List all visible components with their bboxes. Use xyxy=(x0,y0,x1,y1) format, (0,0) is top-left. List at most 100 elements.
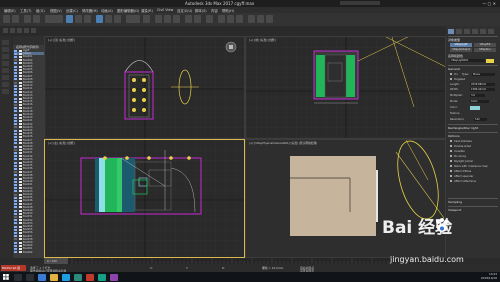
file-explorer-icon[interactable] xyxy=(50,273,58,281)
section-rectangle-options[interactable]: Rectangle/Disc light xyxy=(448,126,478,130)
link-icon[interactable] xyxy=(24,15,31,23)
section-sampling[interactable]: Sampling xyxy=(448,200,462,204)
invisible-checkbox[interactable] xyxy=(450,150,453,153)
filter-warps-icon[interactable] xyxy=(2,89,9,94)
on-checkbox[interactable] xyxy=(450,73,453,76)
windows-start-icon[interactable] xyxy=(3,274,9,280)
vrayambient-button[interactable]: VRayAmbient xyxy=(450,48,472,52)
tab-hierarchy[interactable] xyxy=(464,29,470,34)
viewport-label[interactable]: [+] [VRayPhysicalCamera001] [标准] [默认明暗处理… xyxy=(249,141,317,145)
system-clock[interactable]: 10:23 2018/10/16 xyxy=(481,272,497,280)
tab-modify[interactable] xyxy=(456,29,462,34)
filter-helpers-icon[interactable] xyxy=(2,82,9,87)
region-select-icon[interactable] xyxy=(84,15,91,23)
app-icon[interactable] xyxy=(98,273,106,281)
viewport-left[interactable]: [+] [左] [标准] [线框] xyxy=(44,139,245,258)
vraylight-button[interactable]: VRayLight xyxy=(450,43,472,47)
mode-dropdown[interactable]: Color xyxy=(470,100,489,104)
object-color-swatch[interactable] xyxy=(486,59,494,63)
visibility-icon[interactable] xyxy=(14,251,17,254)
store-irradiance-checkbox[interactable] xyxy=(450,165,453,168)
task-view-icon[interactable] xyxy=(26,273,34,281)
no-decay-checkbox[interactable] xyxy=(450,155,453,158)
material-editor-icon[interactable] xyxy=(236,15,243,23)
unlink-icon[interactable] xyxy=(33,15,40,23)
app-icon[interactable] xyxy=(110,273,118,281)
filter-lights-icon[interactable] xyxy=(2,68,9,73)
align-icon[interactable] xyxy=(194,15,201,23)
section-viewport[interactable]: Viewport xyxy=(448,208,461,212)
viewport-label[interactable]: [+] [前] [标准] [线框] xyxy=(249,38,276,42)
select-by-name-icon[interactable] xyxy=(75,15,82,23)
vraysun-button[interactable]: VRaySun xyxy=(474,48,496,52)
pivot-icon[interactable] xyxy=(143,15,150,23)
scale-icon[interactable] xyxy=(114,15,121,23)
targeted-checkbox[interactable] xyxy=(450,78,453,81)
angle-snap-icon[interactable] xyxy=(164,15,171,23)
cast-shadows-checkbox[interactable] xyxy=(450,140,453,143)
ribbon-button[interactable] xyxy=(24,28,29,33)
type-dropdown[interactable]: Plane xyxy=(472,72,495,76)
resolution-field[interactable]: 512 xyxy=(474,118,487,122)
schematic-icon[interactable] xyxy=(227,15,234,23)
search-taskbar-icon[interactable] xyxy=(14,273,22,281)
viewport-label[interactable]: [+] [顶] [标准] [线框] xyxy=(48,38,75,42)
move-icon[interactable] xyxy=(96,15,103,23)
curve-editor-icon[interactable] xyxy=(218,15,225,23)
selection-filter-dropdown[interactable] xyxy=(45,15,63,23)
section-name-color[interactable]: 名称和颜色 xyxy=(448,54,463,58)
skylight-portal-checkbox[interactable] xyxy=(450,160,453,163)
ribbon-button[interactable] xyxy=(17,28,22,33)
affect-specular-checkbox[interactable] xyxy=(450,175,453,178)
rotate-icon[interactable] xyxy=(105,15,112,23)
edge-browser-icon[interactable] xyxy=(38,273,46,281)
length-field[interactable]: 2036.88mm xyxy=(470,83,495,87)
affect-reflections-checkbox[interactable] xyxy=(450,180,453,183)
tab-utilities[interactable] xyxy=(488,29,494,34)
tab-display[interactable] xyxy=(480,29,486,34)
ribbon-button[interactable] xyxy=(31,28,36,33)
time-slider[interactable]: 0 / 100 xyxy=(47,259,57,263)
render-frame-icon[interactable] xyxy=(257,15,264,23)
tab-create[interactable] xyxy=(448,29,454,34)
section-options[interactable]: Options xyxy=(448,134,460,138)
double-sided-checkbox[interactable] xyxy=(450,145,453,148)
undo-icon[interactable] xyxy=(3,15,10,23)
filter-cameras-icon[interactable] xyxy=(2,75,9,80)
light-color-swatch[interactable] xyxy=(470,106,480,110)
viewport-top[interactable]: [+] [顶] [标准] [线框] xyxy=(44,36,245,139)
ribbon-button[interactable] xyxy=(3,28,8,33)
menu-item-civil-view[interactable]: Civil View xyxy=(157,8,173,12)
reference-coord-dropdown[interactable] xyxy=(126,15,140,23)
redo-icon[interactable] xyxy=(12,15,19,23)
maxscript-listener[interactable]: MAXScript 迷 xyxy=(1,265,26,271)
display-none-icon[interactable] xyxy=(2,47,9,52)
affect-diffuse-checkbox[interactable] xyxy=(450,170,453,173)
ribbon-button[interactable] xyxy=(10,28,15,33)
scene-list-item[interactable]: Box062 xyxy=(14,251,44,254)
section-object-type[interactable]: 对象类型 xyxy=(448,38,460,42)
app-icon[interactable] xyxy=(62,273,70,281)
snap-icon[interactable] xyxy=(155,15,162,23)
object-name-field[interactable]: VRayLight001 xyxy=(450,59,485,63)
search-box[interactable] xyxy=(340,1,380,5)
percent-snap-icon[interactable] xyxy=(173,15,180,23)
mirror-icon[interactable] xyxy=(185,15,192,23)
select-tool-icon[interactable] xyxy=(2,40,9,45)
window-controls[interactable]: — ▢ ✕ xyxy=(482,1,496,6)
viewport-front[interactable]: [+] [前] [标准] [线框] xyxy=(245,36,446,139)
filter-geometry-icon[interactable] xyxy=(2,54,9,59)
viewport-label[interactable]: [+] [左] [标准] [线框] xyxy=(48,141,75,145)
3dsmax-taskbar-icon[interactable] xyxy=(74,273,82,281)
render-icon[interactable] xyxy=(266,15,273,23)
multiplier-field[interactable]: 3.0 xyxy=(470,94,485,98)
select-object-icon[interactable] xyxy=(66,15,73,23)
vrayies-button[interactable]: VRayIES xyxy=(474,43,496,47)
app-icon[interactable] xyxy=(86,273,94,281)
section-general[interactable]: General xyxy=(448,67,460,71)
layer-icon[interactable] xyxy=(206,15,213,23)
width-field[interactable]: 1586.42mm xyxy=(470,88,495,92)
tab-motion[interactable] xyxy=(472,29,478,34)
filter-shapes-icon[interactable] xyxy=(2,61,9,66)
render-setup-icon[interactable] xyxy=(248,15,255,23)
